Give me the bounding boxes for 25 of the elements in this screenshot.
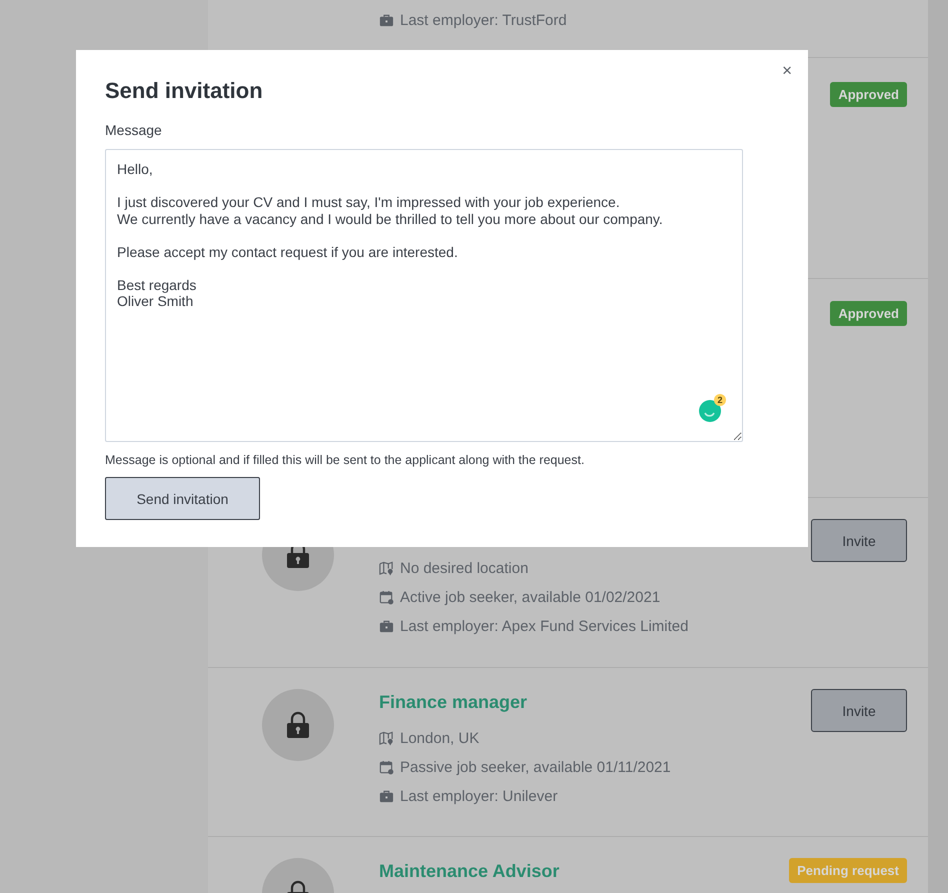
send-invitation-button[interactable]: Send invitation — [105, 477, 260, 520]
dialog-title: Send invitation — [105, 78, 264, 104]
detail-text: Last employer: TrustFord — [400, 12, 567, 29]
detail-text: Passive job seeker, available 01/11/2021 — [400, 759, 671, 776]
map-icon — [379, 561, 394, 576]
status-badge: Approved — [830, 82, 907, 107]
calendar-icon — [379, 760, 394, 775]
detail-text: Last employer: Unilever — [400, 788, 558, 805]
close-button[interactable]: × — [780, 62, 794, 80]
briefcase-icon — [379, 789, 394, 804]
briefcase-icon — [379, 13, 394, 28]
status-badge: Approved — [830, 301, 907, 326]
detail-text: London, UK — [400, 730, 480, 747]
invite-button[interactable]: Invite — [811, 689, 907, 732]
status-badge: Pending request — [789, 858, 907, 883]
detail-text: Last employer: Apex Fund Services Limited — [400, 618, 688, 635]
message-label: Message — [105, 121, 163, 139]
assistant-icon[interactable] — [699, 398, 723, 422]
invite-button[interactable]: Invite — [811, 519, 907, 562]
calendar-icon — [379, 590, 394, 605]
hint-text: Message is optional and if filled this will be sent to the applicant along with the request. — [105, 453, 586, 467]
detail-text: Active job seeker, available 01/02/2021 — [400, 589, 660, 606]
briefcase-icon — [379, 619, 394, 634]
detail-text: No desired location — [400, 560, 528, 577]
map-icon — [379, 731, 394, 746]
